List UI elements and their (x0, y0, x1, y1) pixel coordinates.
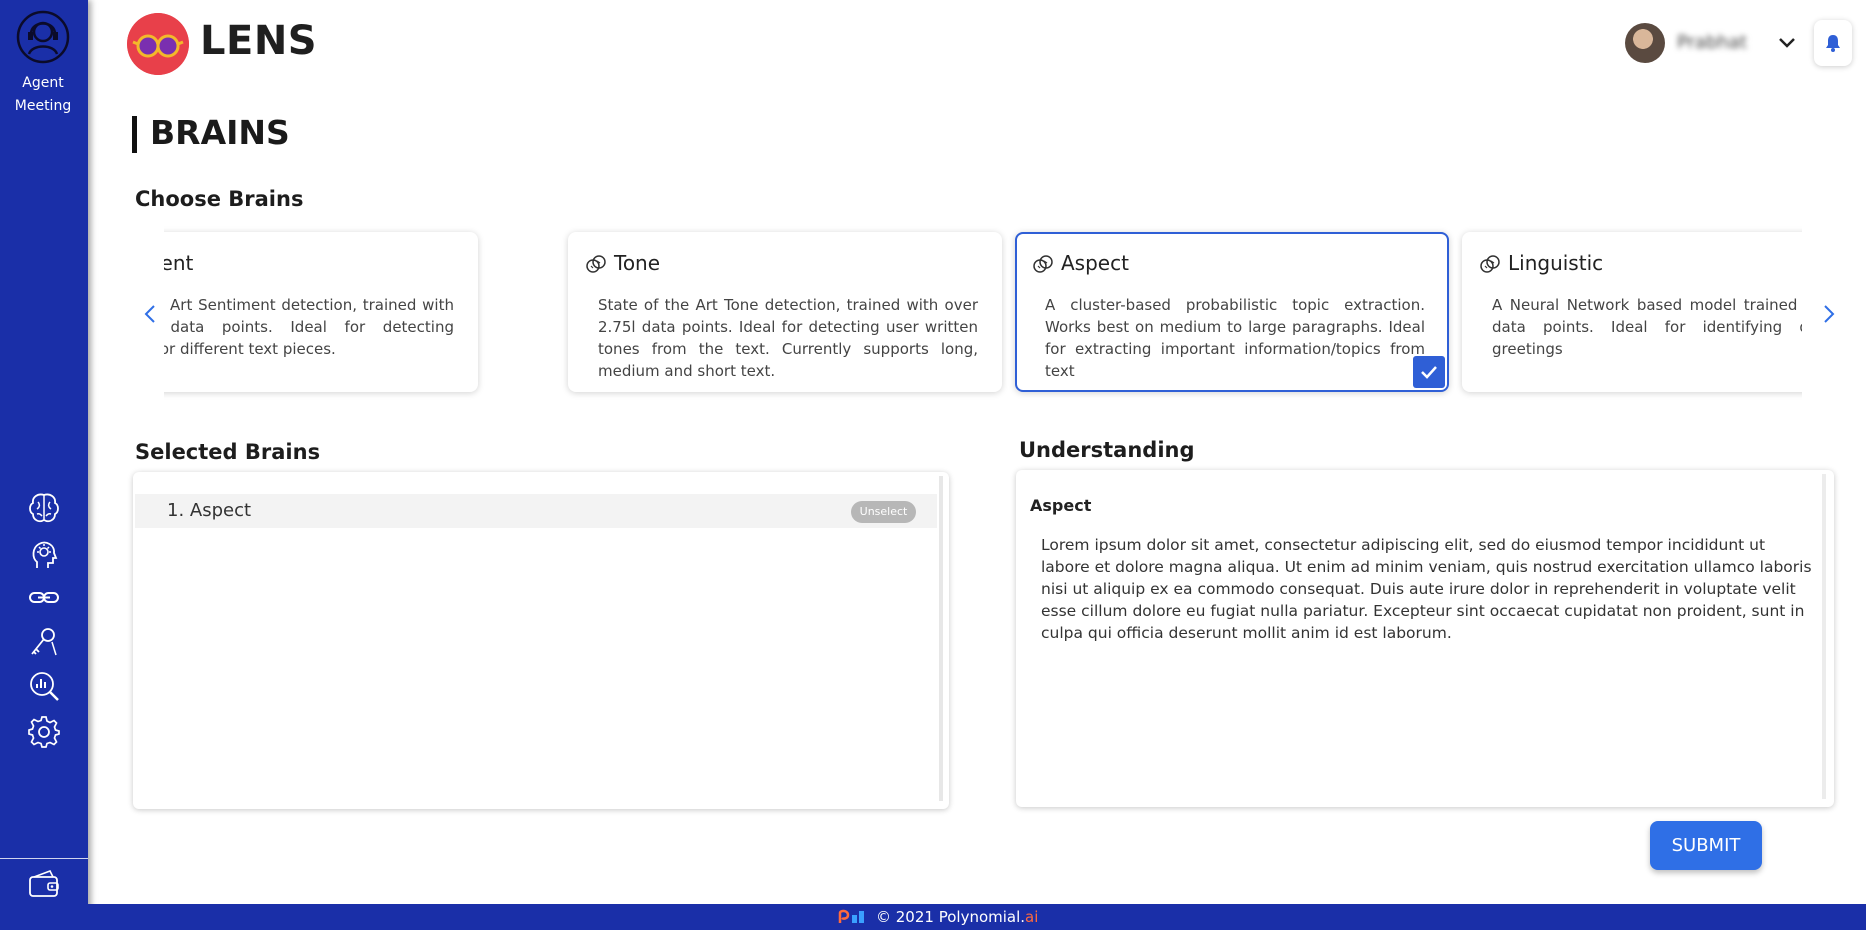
brains-carousel: Sentiment State of the Art Sentiment det… (164, 224, 1802, 402)
brain-card-title: Tone (614, 251, 661, 275)
selected-brains-heading: Selected Brains (135, 440, 321, 464)
idea-head-icon[interactable] (26, 536, 62, 572)
brain-card-aspect[interactable]: Aspect A cluster-based probabilistic top… (1015, 232, 1449, 392)
brain-card-sentiment[interactable]: Sentiment State of the Art Sentiment det… (164, 232, 478, 392)
understanding-title: Aspect (1030, 496, 1092, 515)
footer: © 2021 Polynomial.ai (88, 904, 1866, 930)
selected-brains-panel: 1. Aspect Unselect (133, 472, 949, 809)
avatar[interactable] (1625, 23, 1665, 63)
polynomial-logo-icon (838, 909, 864, 923)
carousel-prev-button[interactable] (135, 297, 165, 331)
user-menu[interactable]: Prabhat (1625, 22, 1805, 66)
footer-copyright-text: © 2021 Polynomial. (876, 908, 1026, 926)
bell-icon (1826, 35, 1840, 52)
settings-gear-icon[interactable] (26, 714, 62, 750)
chevron-down-icon[interactable] (1777, 32, 1797, 52)
choose-brains-heading: Choose Brains (135, 187, 304, 211)
key-icon[interactable] (26, 624, 62, 660)
brain-card-description: A Neural Network based model trained wit… (1492, 296, 1802, 358)
footer-brand-suffix[interactable]: ai (1025, 908, 1038, 926)
chevron-left-icon (144, 305, 155, 323)
agent-meeting-label: Agent Meeting (0, 72, 86, 118)
understanding-text: Lorem ipsum dolor sit amet, consectetur … (1041, 536, 1812, 642)
sidebar-divider (0, 858, 88, 859)
brain-icon[interactable] (26, 490, 62, 526)
page-title: BRAINS (150, 113, 290, 152)
brain-card-description: State of the Art Tone detection, trained… (598, 296, 978, 380)
carousel-next-button[interactable] (1814, 297, 1844, 331)
sidebar: Agent Meeting (0, 0, 88, 930)
selected-check-badge[interactable] (1413, 356, 1445, 388)
brain-card-description: State of the Art Sentiment detection, tr… (164, 296, 454, 358)
brain-card-title: Aspect (1061, 251, 1129, 275)
agent-label-line2: Meeting (14, 98, 72, 114)
brain-card-title: Linguistic (1508, 251, 1604, 275)
selected-brain-label: 1. Aspect (167, 500, 252, 521)
brain-card-title: Sentiment (164, 251, 194, 275)
brain-card-icon (1033, 255, 1053, 273)
selected-brains-scrollbar[interactable] (939, 476, 943, 801)
brain-card-tone[interactable]: Tone State of the Art Tone detection, tr… (568, 232, 1002, 392)
brain-card-icon (1480, 255, 1500, 273)
notification-button[interactable] (1814, 20, 1852, 66)
check-icon (1421, 366, 1437, 379)
brain-card-description: A cluster-based probabilistic topic extr… (1045, 296, 1425, 380)
agent-headset-logo-icon[interactable] (16, 10, 70, 64)
understanding-panel: Aspect Lorem ipsum dolor sit amet, conse… (1016, 470, 1834, 807)
page-title-accent (132, 116, 137, 153)
lens-logo-icon[interactable] (127, 13, 189, 75)
link-icon[interactable] (26, 580, 62, 616)
unselect-button[interactable]: Unselect (851, 501, 916, 523)
understanding-scrollbar[interactable] (1822, 474, 1826, 799)
brain-card-icon (586, 255, 606, 273)
analytics-search-icon[interactable] (26, 668, 62, 704)
submit-button[interactable]: SUBMIT (1650, 821, 1762, 870)
agent-label-line1: Agent (22, 75, 64, 91)
wallet-icon[interactable] (26, 866, 62, 902)
list-item: 1. Aspect Unselect (135, 494, 937, 528)
footer-copyright: © 2021 Polynomial.ai (876, 908, 1038, 926)
user-name: Prabhat (1677, 32, 1747, 53)
chevron-right-icon (1824, 305, 1835, 323)
brain-card-linguistic[interactable]: Linguistic A Neural Network based model … (1462, 232, 1802, 392)
brand-name: LENS (200, 18, 318, 64)
understanding-heading: Understanding (1019, 438, 1195, 462)
